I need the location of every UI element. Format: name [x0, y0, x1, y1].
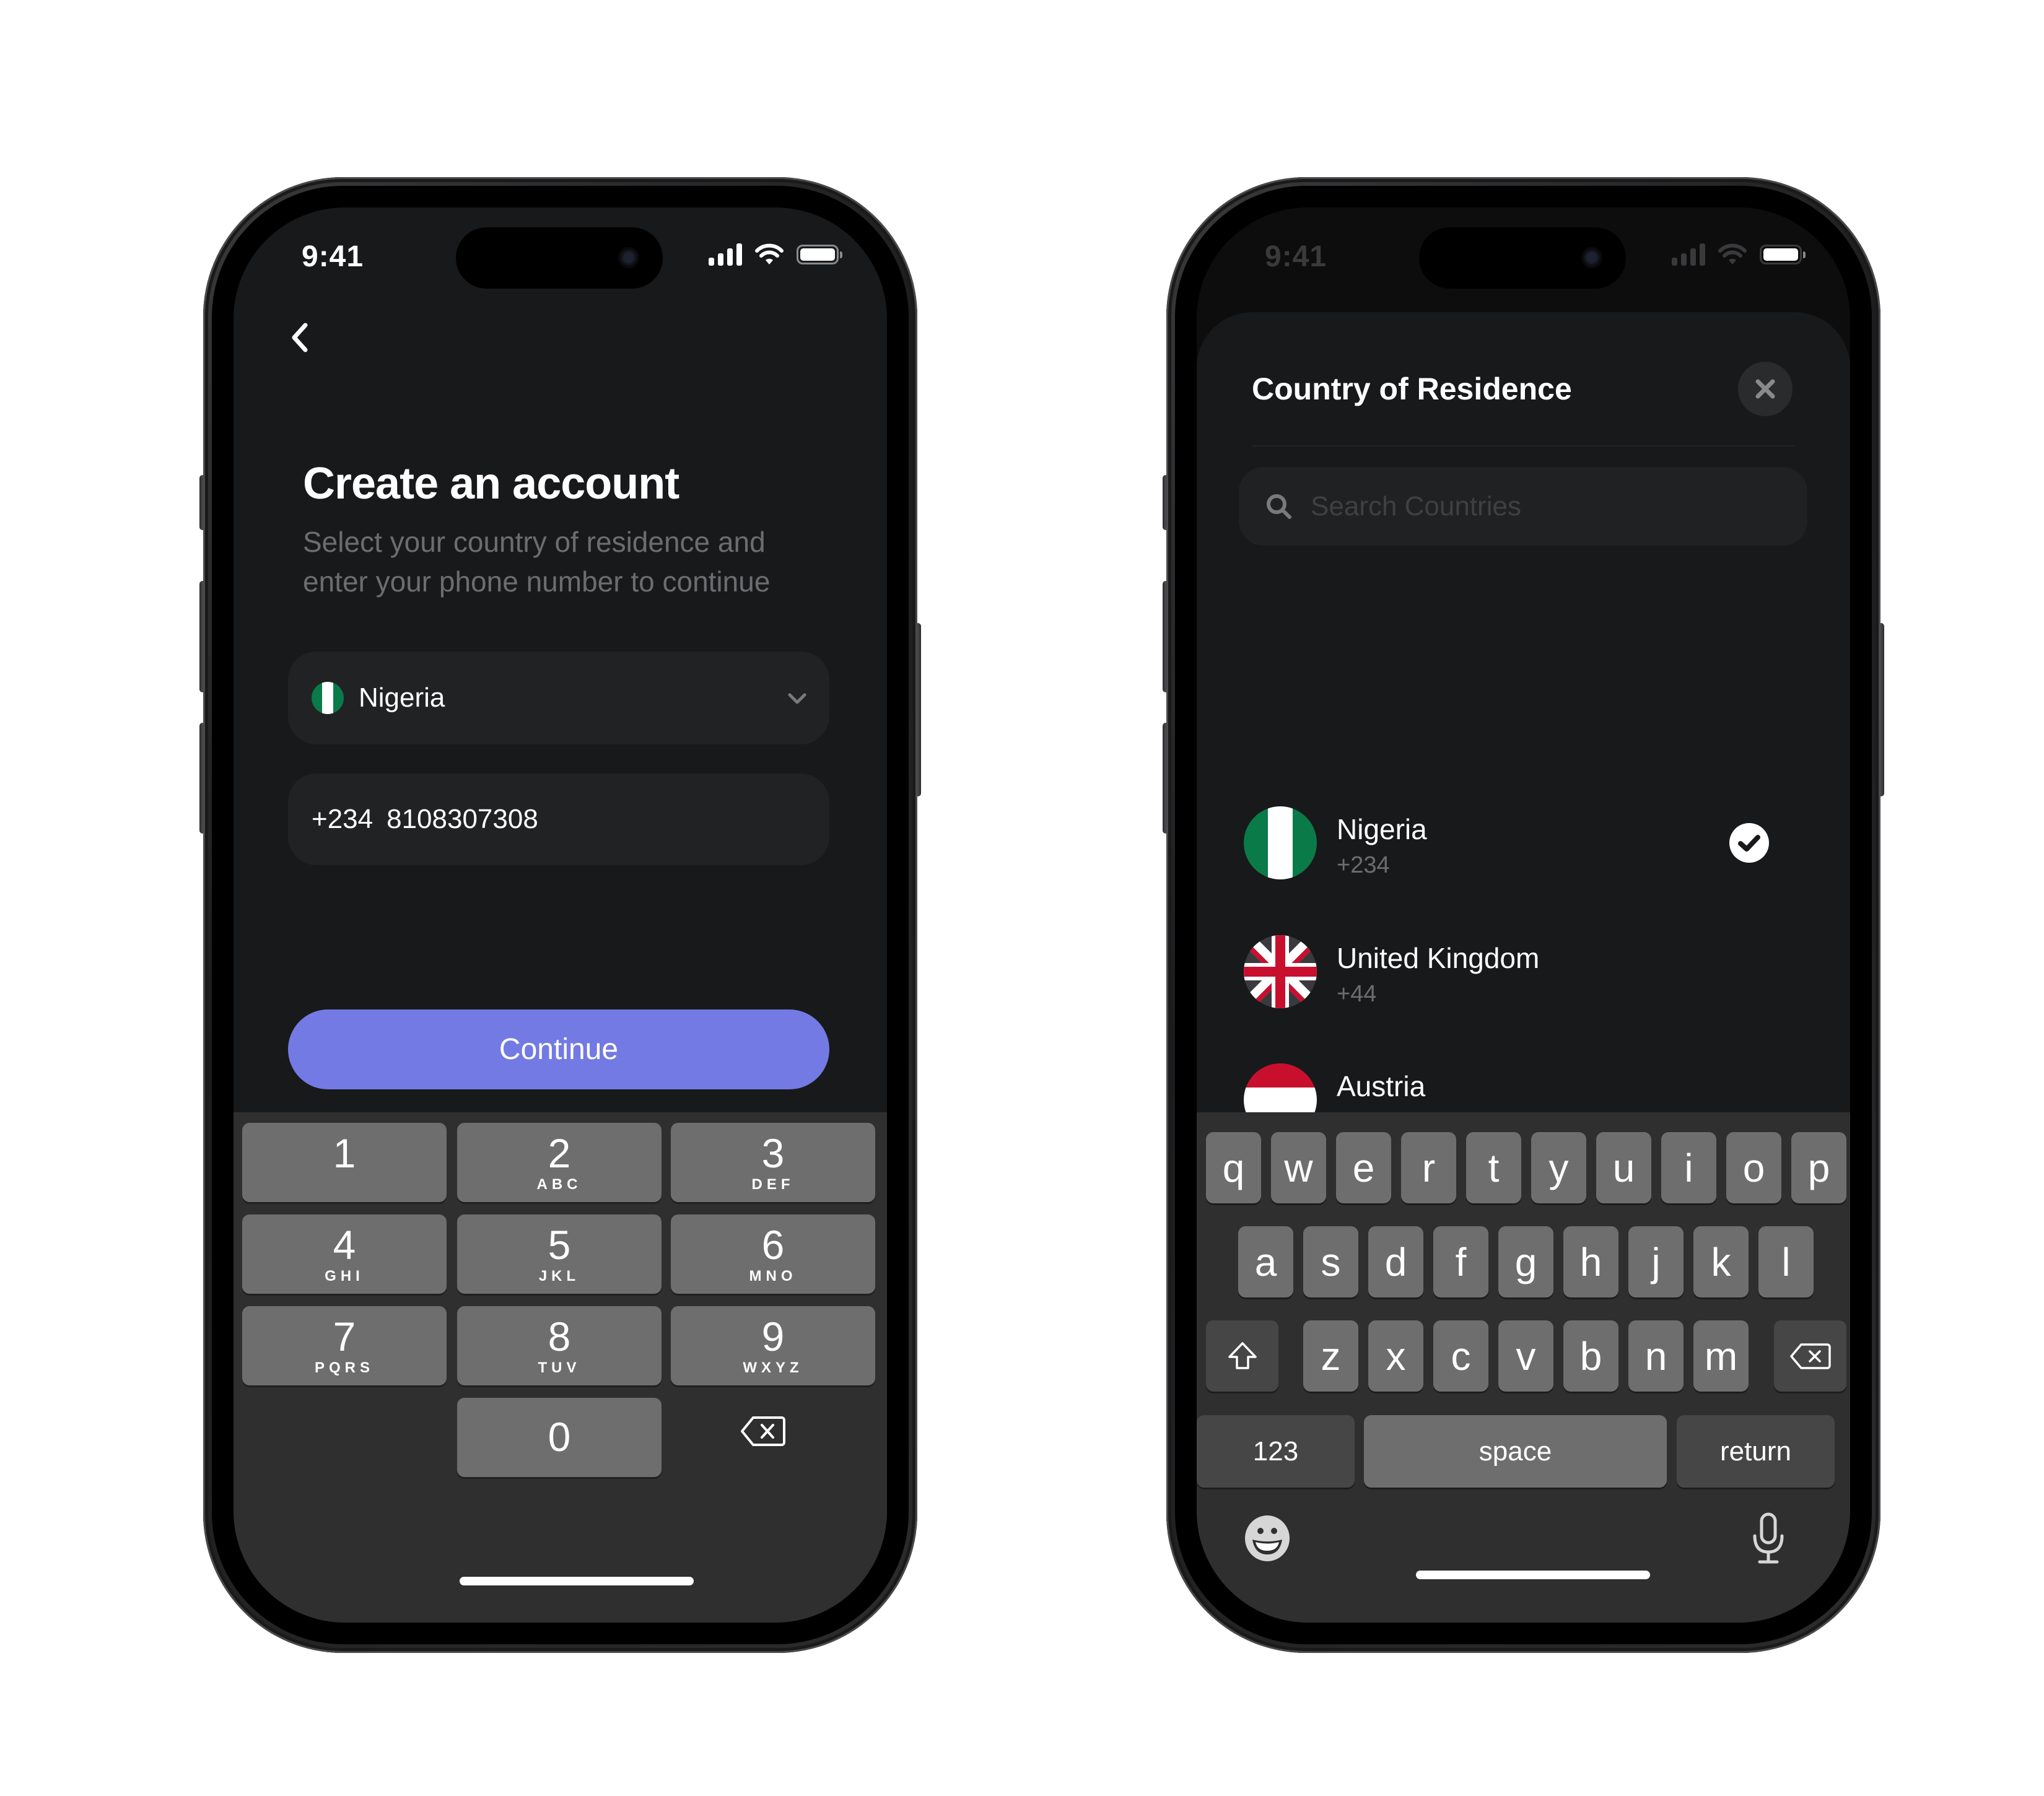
key-a[interactable]: a	[1238, 1226, 1293, 1297]
emoji-icon[interactable]	[1244, 1515, 1291, 1562]
country-name: Austria	[1337, 1070, 1426, 1102]
key-y[interactable]: y	[1531, 1132, 1586, 1203]
dynamic-island	[456, 227, 663, 289]
key-o[interactable]: o	[1726, 1132, 1781, 1203]
country-row-united-kingdom[interactable]: United Kingdom +44	[1221, 915, 1828, 1027]
nigeria-flag-icon	[312, 682, 344, 714]
country-name: Nigeria	[1337, 813, 1427, 845]
key-j[interactable]: j	[1628, 1226, 1684, 1297]
key-r[interactable]: r	[1401, 1132, 1456, 1203]
close-button[interactable]	[1738, 362, 1793, 416]
key-b[interactable]: b	[1563, 1320, 1618, 1392]
key-m[interactable]: m	[1693, 1320, 1749, 1392]
keypad-delete-icon[interactable]	[738, 1413, 788, 1450]
keypad-key-0[interactable]: 0	[457, 1398, 662, 1477]
dynamic-island	[1419, 227, 1626, 289]
key-i[interactable]: i	[1661, 1132, 1716, 1203]
country-dial-code: +44	[1337, 981, 1377, 1007]
key-x[interactable]: x	[1368, 1320, 1423, 1392]
keypad-key-7[interactable]: 7 PQRS	[242, 1306, 447, 1385]
space-key[interactable]: space	[1364, 1415, 1667, 1488]
status-time: 9:41	[302, 240, 364, 273]
key-s[interactable]: s	[1303, 1226, 1358, 1297]
country-code: +234	[312, 804, 373, 834]
country-select-value: Nigeria	[359, 682, 445, 713]
keypad-key-9[interactable]: 9 WXYZ	[671, 1306, 875, 1385]
continue-button[interactable]: Continue	[288, 1009, 829, 1089]
home-indicator	[460, 1577, 694, 1585]
backspace-icon	[1789, 1343, 1831, 1369]
search-input[interactable]	[1309, 490, 1745, 523]
country-row-nigeria[interactable]: Nigeria +234	[1221, 787, 1828, 898]
keypad-key-5[interactable]: 5 JKL	[457, 1214, 662, 1294]
selected-check-icon	[1729, 823, 1769, 863]
numeric-keypad: 1 2 ABC 3 DEF 4 GHI 5 JKL 6 MNO 7 PQRS 8 TUV 9W…	[234, 1112, 887, 1623]
keypad-key-3[interactable]: 3 DEF	[671, 1123, 875, 1202]
keypad-key-1[interactable]: 1	[242, 1123, 447, 1202]
header-divider	[1252, 445, 1795, 447]
key-z[interactable]: z	[1303, 1320, 1358, 1392]
keypad-key-8[interactable]: 8 TUV	[457, 1306, 662, 1385]
phone-right: 9:41 Country of Residence Nigeria	[1163, 177, 1884, 1653]
close-icon	[1755, 379, 1775, 399]
camera-icon	[1581, 247, 1602, 268]
chevron-down-icon	[788, 693, 806, 704]
country-picker-screen: 9:41 Country of Residence Nigeria	[1197, 207, 1850, 1623]
page-subtitle: Select your country of residence and ent…	[303, 526, 771, 598]
battery-icon	[797, 245, 842, 264]
country-dial-code: +234	[1337, 852, 1390, 878]
key-k[interactable]: k	[1693, 1226, 1749, 1297]
keypad-key-2[interactable]: 2 ABC	[457, 1123, 662, 1202]
keypad-key-6[interactable]: 6 MNO	[671, 1214, 875, 1294]
search-icon	[1267, 494, 1291, 519]
status-time: 9:41	[1265, 240, 1327, 273]
signal-icon	[1672, 243, 1705, 266]
status-icons	[709, 242, 842, 267]
key-d[interactable]: d	[1368, 1226, 1423, 1297]
nigeria-flag-icon	[1244, 806, 1317, 879]
key-c[interactable]: c	[1433, 1320, 1488, 1392]
key-l[interactable]: l	[1758, 1226, 1814, 1297]
shift-key[interactable]	[1206, 1320, 1278, 1392]
home-indicator	[1416, 1571, 1650, 1579]
sheet-title: Country of Residence	[1252, 372, 1572, 406]
microphone-icon[interactable]	[1751, 1512, 1786, 1566]
wifi-icon	[1718, 243, 1747, 264]
country-select[interactable]: Nigeria	[288, 652, 829, 744]
key-u[interactable]: u	[1596, 1132, 1651, 1203]
wifi-icon	[755, 243, 784, 264]
shift-icon	[1228, 1341, 1257, 1369]
key-n[interactable]: n	[1628, 1320, 1684, 1392]
united-kingdom-flag-icon	[1244, 935, 1317, 1008]
phone-left: 9:41 Create an account Select your count…	[199, 177, 921, 1653]
keypad-key-4[interactable]: 4 GHI	[242, 1214, 447, 1294]
key-q[interactable]: q	[1206, 1132, 1261, 1203]
battery-icon	[1760, 245, 1806, 264]
camera-icon	[618, 247, 639, 268]
country-name: United Kingdom	[1337, 942, 1540, 974]
search-field[interactable]	[1239, 467, 1807, 546]
return-key[interactable]: return	[1677, 1415, 1835, 1488]
key-h[interactable]: h	[1563, 1226, 1618, 1297]
key-f[interactable]: f	[1433, 1226, 1488, 1297]
key-p[interactable]: p	[1791, 1132, 1846, 1203]
back-button[interactable]	[286, 319, 317, 356]
key-w[interactable]: w	[1271, 1132, 1326, 1203]
phone-number-value[interactable]: 8108307308	[387, 804, 538, 835]
numbers-key[interactable]: 123	[1197, 1415, 1355, 1488]
qwerty-keyboard: q w e r t y u i o p a s d f g h j k l z …	[1197, 1112, 1850, 1623]
phone-number-field[interactable]: +234 8108307308	[288, 774, 829, 865]
key-e[interactable]: e	[1336, 1132, 1391, 1203]
key-t[interactable]: t	[1466, 1132, 1521, 1203]
signal-icon	[709, 243, 742, 266]
key-v[interactable]: v	[1498, 1320, 1553, 1392]
status-icons	[1672, 242, 1806, 267]
create-account-screen: 9:41 Create an account Select your count…	[234, 207, 887, 1623]
backspace-key[interactable]	[1774, 1320, 1846, 1392]
key-g[interactable]: g	[1498, 1226, 1553, 1297]
page-title: Create an account	[303, 459, 679, 508]
